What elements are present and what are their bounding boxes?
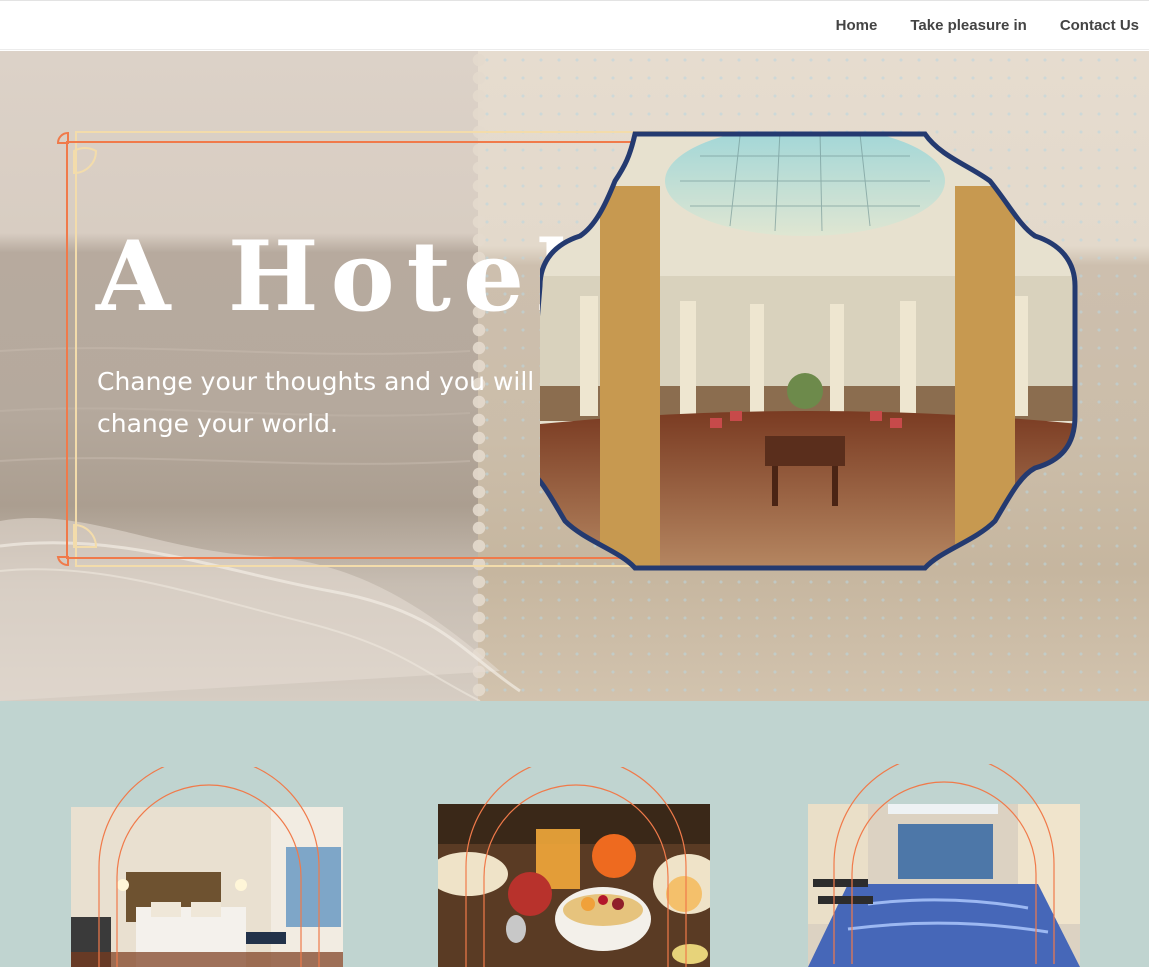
bedroom-photo — [71, 807, 343, 967]
feature-card-breakfast[interactable] — [438, 767, 710, 967]
hero-subtitle: Change your thoughts and you will change… — [97, 367, 535, 438]
pool-photo — [808, 804, 1080, 967]
corner-ornament-bottom-icon — [56, 523, 98, 567]
lobby-photo — [540, 131, 1078, 571]
hero-title: A Hotel — [96, 220, 585, 333]
hero-section: A Hotel Change your thoughts and you wil… — [0, 51, 1149, 701]
corner-ornament-top-icon — [56, 131, 98, 175]
main-nav: Home Take pleasure in Contact Us — [836, 17, 1139, 34]
site-header: Home Take pleasure in Contact Us — [0, 0, 1149, 50]
feature-card-pool[interactable] — [808, 764, 1080, 967]
features-section — [0, 701, 1149, 967]
feature-card-bedroom[interactable] — [71, 767, 343, 967]
nav-take-pleasure-link[interactable]: Take pleasure in — [910, 17, 1026, 34]
nav-home-link[interactable]: Home — [836, 17, 878, 34]
breakfast-photo — [438, 804, 710, 967]
nav-contact-link[interactable]: Contact Us — [1060, 17, 1139, 34]
